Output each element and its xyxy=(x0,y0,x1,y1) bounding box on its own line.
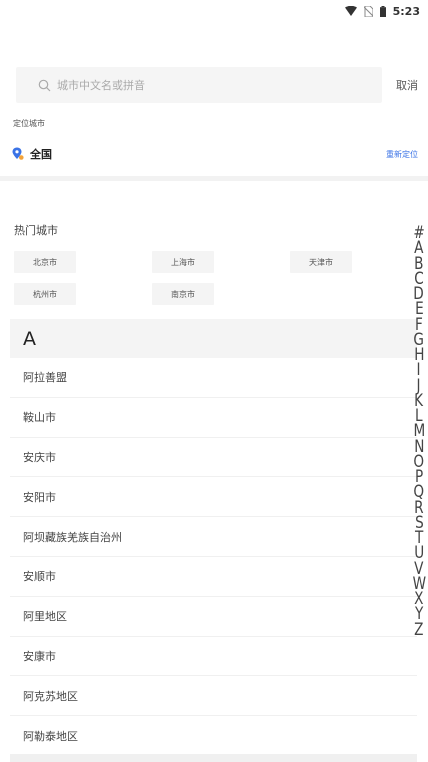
search-row: 取消 xyxy=(16,67,418,103)
relocate-button[interactable]: 重新定位 xyxy=(386,149,418,160)
search-box[interactable] xyxy=(16,67,382,103)
city-list-item[interactable]: 阿勒泰地区 xyxy=(10,716,417,756)
letter-section-header: A xyxy=(10,319,417,358)
located-city-row[interactable]: 全国 重新定位 xyxy=(12,145,418,163)
hot-cities-title: 热门城市 xyxy=(14,224,58,237)
city-list-item[interactable]: 阿里地区 xyxy=(10,597,417,637)
cancel-button[interactable]: 取消 xyxy=(396,77,418,93)
hot-city-button[interactable]: 南京市 xyxy=(152,283,214,305)
hot-city-button[interactable]: 杭州市 xyxy=(14,283,76,305)
status-bar: 5:23 xyxy=(0,0,428,22)
search-icon xyxy=(38,79,51,92)
no-sim-icon xyxy=(363,5,373,17)
city-list: 阿拉善盟 鞍山市 安庆市 安阳市 阿坝藏族羌族自治州 安顺市 阿里地区 安康市 … xyxy=(10,358,417,756)
battery-icon xyxy=(379,5,386,17)
city-list-item[interactable]: 阿坝藏族羌族自治州 xyxy=(10,517,417,557)
search-input[interactable] xyxy=(57,78,357,92)
located-city-name: 全国 xyxy=(30,148,52,161)
index-letter[interactable]: Z xyxy=(414,621,423,638)
hot-city-button[interactable]: 北京市 xyxy=(14,251,76,273)
city-picker-page: 5:23 取消 定位城市 全国 重新定位 热门城市 北京市 上海市 天津市 杭州… xyxy=(0,0,428,762)
wifi-icon xyxy=(344,6,357,16)
section-divider xyxy=(0,176,428,181)
city-list-item[interactable]: 安康市 xyxy=(10,637,417,677)
city-list-item[interactable]: 安阳市 xyxy=(10,477,417,518)
city-list-item[interactable]: 安庆市 xyxy=(10,438,417,478)
hot-city-button[interactable]: 上海市 xyxy=(152,251,214,273)
city-list-item[interactable]: 安顺市 xyxy=(10,557,417,597)
city-list-item[interactable]: 阿克苏地区 xyxy=(10,676,417,717)
city-list-item[interactable]: 鞍山市 xyxy=(10,398,417,438)
alphabet-index-bar[interactable]: # A B C D E F G H I J K L M N O P Q R S T U V W X Y Z xyxy=(409,224,428,638)
next-section-header xyxy=(10,754,417,762)
status-time: 5:23 xyxy=(392,4,420,18)
locate-section-title: 定位城市 xyxy=(13,119,45,128)
hot-city-button[interactable]: 天津市 xyxy=(290,251,352,273)
location-pin-icon xyxy=(12,147,24,161)
city-list-item[interactable]: 阿拉善盟 xyxy=(10,358,417,398)
